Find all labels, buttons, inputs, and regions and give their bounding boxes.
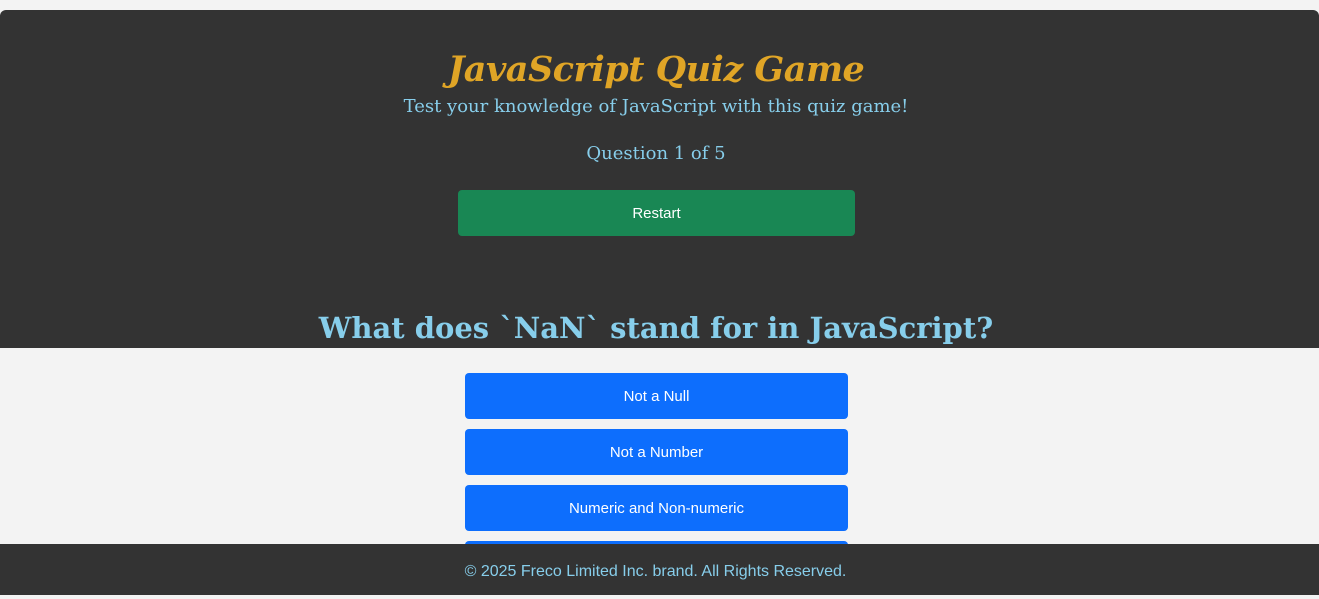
answer-button[interactable]: Numeric and Non-numeric (465, 485, 848, 531)
answer-button[interactable]: Not a Null (465, 373, 848, 419)
page-title: JavaScript Quiz Game (447, 49, 865, 90)
copyright-text: © 2025 Freco Limited Inc. brand. All Rig… (464, 563, 847, 580)
quiz-header-card: JavaScript Quiz Game Test your knowledge… (0, 10, 1319, 348)
answer-button[interactable]: Not a Number (465, 429, 848, 475)
question-text: What does `NaN` stand for in JavaScript? (318, 311, 994, 345)
page-subtitle: Test your knowledge of JavaScript with t… (403, 96, 909, 117)
question-counter: Question 1 of 5 (586, 143, 726, 164)
restart-button[interactable]: Restart (458, 190, 855, 236)
footer: © 2025 Freco Limited Inc. brand. All Rig… (0, 544, 1319, 595)
